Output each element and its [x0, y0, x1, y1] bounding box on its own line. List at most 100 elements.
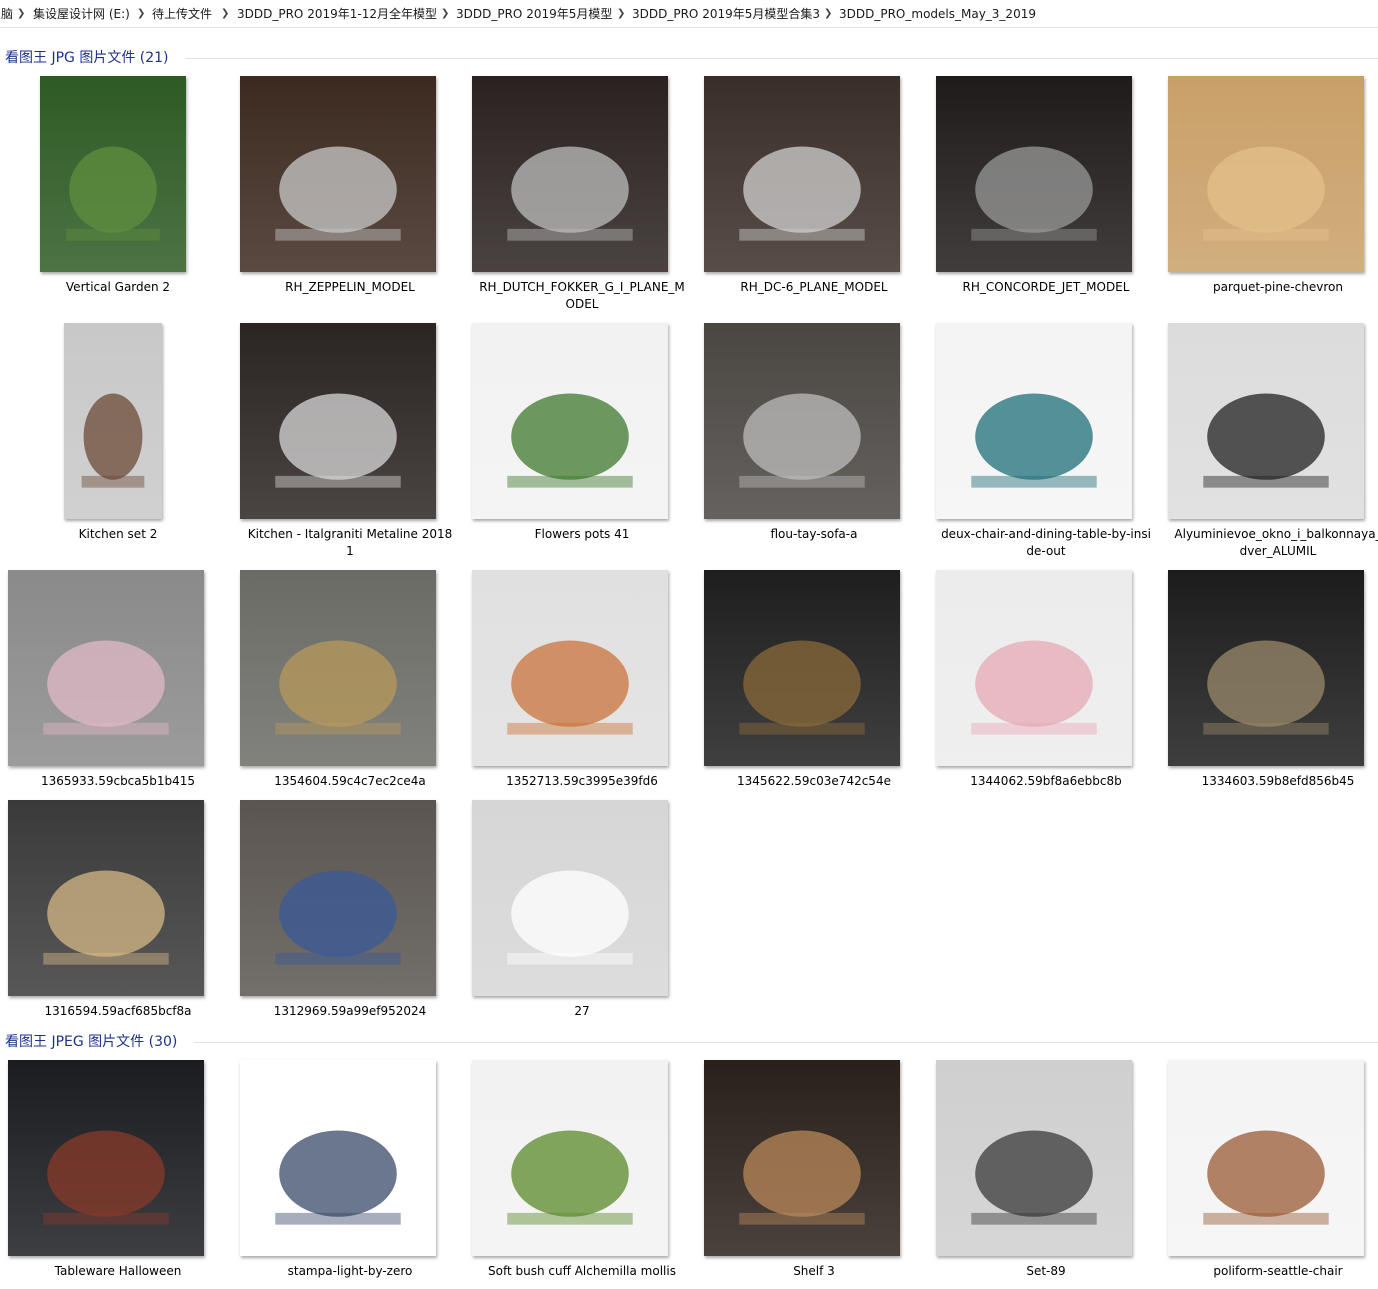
image-thumbnail-icon: [704, 323, 900, 519]
thumbnail-area: [472, 76, 692, 272]
file-name: Kitchen set 2: [78, 527, 158, 541]
file-name: 1344062.59bf8a6ebbc8b: [970, 774, 1122, 788]
group-header-jpg[interactable]: 看图王 JPG 图片文件 (21): [0, 44, 1378, 68]
thumbnail-area: [472, 323, 692, 519]
image-thumbnail-icon: [40, 76, 186, 272]
thumbnail-area: [240, 323, 460, 519]
file-name: 1316594.59acf685bcf8a: [44, 1004, 192, 1018]
file-name: Shelf 3: [793, 1264, 835, 1278]
file-name: deux-chair-and-dining-table-by-inside-ou…: [941, 527, 1151, 558]
thumbnail-area: [1168, 1060, 1378, 1256]
thumbnail-area: [936, 76, 1156, 272]
thumbnail-area: [472, 800, 692, 996]
image-thumbnail-icon: [936, 323, 1132, 519]
file-name: Soft bush cuff Alchemilla mollis: [488, 1264, 676, 1278]
file-name: 1345622.59c03e742c54e: [737, 774, 891, 788]
image-thumbnail-icon: [240, 1060, 436, 1256]
file-name: RH_DC-6_PLANE_MODEL: [740, 280, 888, 294]
file-name: poliform-seattle-chair: [1213, 1264, 1343, 1278]
image-thumbnail-icon: [472, 323, 668, 519]
file-name: Flowers pots 41: [534, 527, 630, 541]
image-thumbnail-icon: [240, 323, 436, 519]
thumbnail-area: [936, 570, 1156, 766]
file-name: Set-89: [1026, 1264, 1066, 1278]
file-name: 1334603.59b8efd856b45: [1201, 774, 1355, 788]
file-name: 1354604.59c4c7ec2ce4a: [274, 774, 426, 788]
file-name: 27: [574, 1004, 590, 1018]
image-thumbnail-icon: [8, 570, 204, 766]
thumbnail-area: [472, 1060, 692, 1256]
breadcrumb-item-folder[interactable]: 3DDD_PRO 2019年1-12月全年模型: [237, 0, 437, 27]
image-thumbnail-icon: [240, 570, 436, 766]
file-name: parquet-pine-chevron: [1213, 280, 1343, 294]
chevron-right-icon[interactable]: ❯: [137, 0, 145, 27]
image-thumbnail-icon: [704, 570, 900, 766]
thumbnail-area: [1168, 570, 1378, 766]
image-thumbnail-icon: [240, 76, 436, 272]
breadcrumb-item-current[interactable]: 3DDD_PRO_models_May_3_2019: [839, 0, 1036, 27]
breadcrumb-item-folder[interactable]: 3DDD_PRO 2019年5月模型合集3: [632, 0, 820, 27]
file-name: Kitchen - Italgraniti Metaline 2018 1: [247, 527, 453, 558]
breadcrumb-item-root[interactable]: 脑: [1, 0, 13, 27]
image-thumbnail-icon: [704, 76, 900, 272]
thumbnail-area: [704, 323, 924, 519]
thumbnail-area: [8, 323, 228, 519]
chevron-right-icon[interactable]: ❯: [17, 0, 25, 27]
file-name: 1312969.59a99ef952024: [273, 1004, 427, 1018]
file-name: flou-tay-sofa-a: [770, 527, 858, 541]
image-thumbnail-icon: [936, 1060, 1132, 1256]
group-header-jpeg[interactable]: 看图王 JPEG 图片文件 (30): [0, 1028, 1378, 1052]
image-thumbnail-icon: [472, 76, 668, 272]
group-divider: [186, 58, 1378, 59]
thumbnail-area: [8, 1060, 228, 1256]
file-name: Alyuminievoe_okno_i_balkonnaya_dver_ALUM…: [1174, 527, 1378, 558]
chevron-right-icon[interactable]: ❯: [221, 0, 229, 27]
breadcrumb-item-drive[interactable]: 集设屋设计网 (E:): [33, 0, 130, 27]
thumbnail-area: [240, 76, 460, 272]
chevron-right-icon[interactable]: ❯: [617, 0, 625, 27]
thumbnail-area: [1168, 76, 1378, 272]
chevron-right-icon[interactable]: ❯: [441, 0, 449, 27]
thumbnail-area: [8, 76, 228, 272]
file-name: RH_DUTCH_FOKKER_G_I_PLANE_MODEL: [479, 280, 685, 311]
image-thumbnail-icon: [1168, 570, 1364, 766]
thumbnail-area: [704, 570, 924, 766]
group-title: 看图王 JPEG 图片文件 (30): [5, 1034, 178, 1050]
image-thumbnail-icon: [472, 570, 668, 766]
chevron-right-icon[interactable]: ❯: [824, 0, 832, 27]
breadcrumb-item-folder[interactable]: 3DDD_PRO 2019年5月模型: [456, 0, 612, 27]
image-thumbnail-icon: [1168, 1060, 1364, 1256]
breadcrumb: 脑 ❯ 集设屋设计网 (E:) ❯ 待上传文件 ❯ 3DDD_PRO 2019年…: [0, 0, 1378, 28]
image-thumbnail-icon: [1168, 323, 1364, 519]
thumbnail-area: [8, 570, 228, 766]
thumbnail-area: [704, 1060, 924, 1256]
thumbnail-area: [8, 800, 228, 996]
thumbnail-area: [240, 570, 460, 766]
image-thumbnail-icon: [1168, 76, 1364, 272]
image-thumbnail-icon: [8, 800, 204, 996]
file-name: Vertical Garden 2: [65, 280, 171, 294]
thumbnail-area: [704, 76, 924, 272]
group-title: 看图王 JPG 图片文件 (21): [5, 50, 169, 66]
image-thumbnail-icon: [472, 800, 668, 996]
image-thumbnail-icon: [240, 800, 436, 996]
file-name: 1352713.59c3995e39fd6: [506, 774, 658, 788]
image-thumbnail-icon: [704, 1060, 900, 1256]
file-name: Tableware Halloween: [54, 1264, 182, 1278]
file-name: 1365933.59cbca5b1b415: [40, 774, 196, 788]
image-thumbnail-icon: [936, 76, 1132, 272]
image-thumbnail-icon: [8, 1060, 204, 1256]
thumbnail-area: [240, 800, 460, 996]
file-name: stampa-light-by-zero: [287, 1264, 413, 1278]
file-name: RH_ZEPPELIN_MODEL: [285, 280, 415, 294]
image-thumbnail-icon: [64, 323, 162, 519]
file-name: RH_CONCORDE_JET_MODEL: [962, 280, 1130, 294]
thumbnail-area: [240, 1060, 460, 1256]
thumbnail-area: [472, 570, 692, 766]
breadcrumb-item-folder[interactable]: 待上传文件: [152, 0, 212, 27]
thumbnail-area: [1168, 323, 1378, 519]
thumbnail-area: [936, 323, 1156, 519]
image-thumbnail-icon: [936, 570, 1132, 766]
group-divider: [194, 1042, 1378, 1043]
thumbnail-area: [936, 1060, 1156, 1256]
